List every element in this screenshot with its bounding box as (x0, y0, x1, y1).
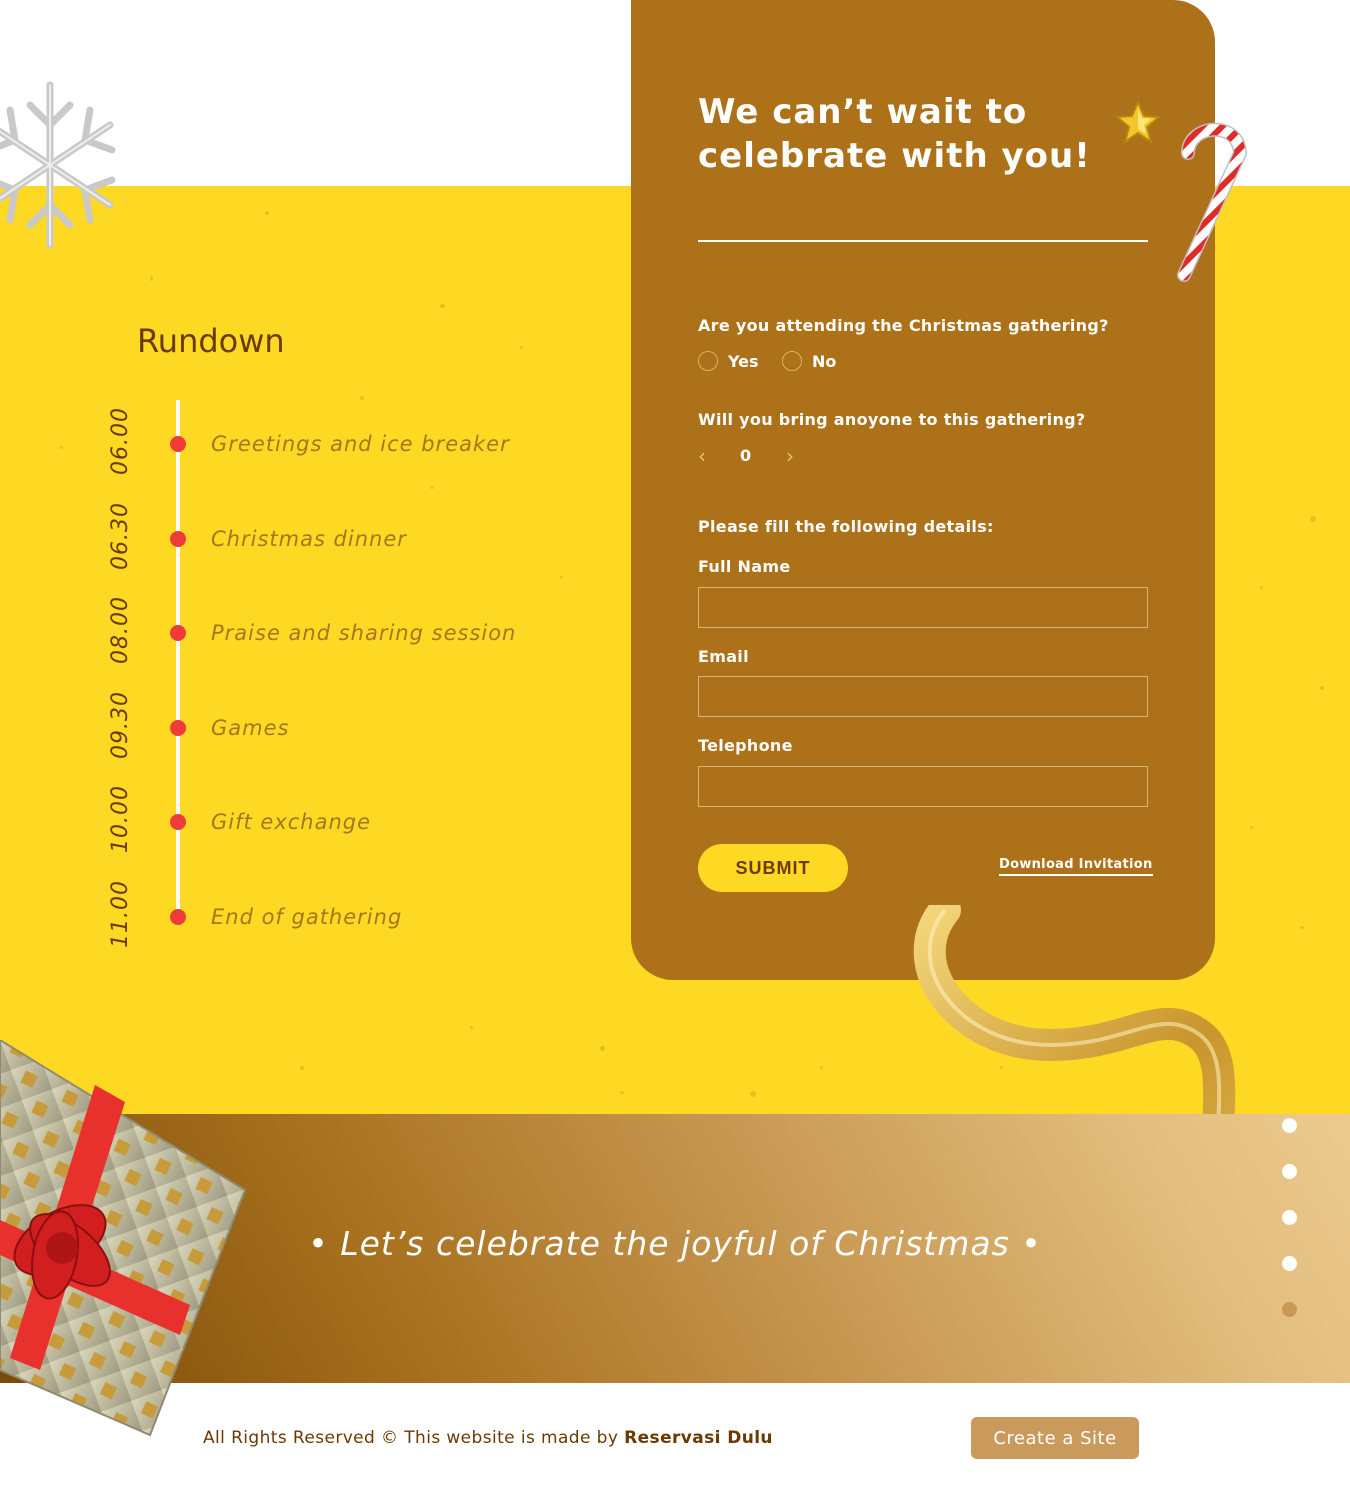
rundown-time: 08.00 (108, 596, 133, 664)
rundown-item: 06.00 Greetings and ice breaker (108, 407, 530, 475)
rundown-item: 06.30 Christmas dinner (108, 502, 530, 570)
radio-label: Yes (728, 351, 759, 371)
star-icon (1115, 100, 1161, 144)
slider-dot[interactable] (1282, 1210, 1297, 1225)
telephone-label: Telephone (698, 736, 793, 755)
rundown-title: Rundown (137, 322, 285, 360)
bring-question: Will you bring anoyone to this gathering… (698, 410, 1086, 429)
email-input[interactable] (698, 676, 1148, 717)
candy-cane-icon (1177, 122, 1248, 282)
telephone-input[interactable] (698, 766, 1148, 807)
rundown-time: 09.30 (108, 691, 133, 759)
submit-button[interactable]: SUBMIT (698, 844, 848, 892)
create-site-button[interactable]: Create a Site (971, 1417, 1139, 1459)
attend-question: Are you attending the Christmas gatherin… (698, 316, 1109, 335)
footer-copyright: All Rights Reserved © This website is ma… (203, 1428, 773, 1448)
radio-circle-icon (698, 351, 718, 371)
timeline-dot (170, 625, 186, 641)
slider-dot-active[interactable] (1282, 1256, 1297, 1271)
full-name-label: Full Name (698, 557, 791, 576)
rundown-item: 09.30 Games (108, 691, 530, 759)
guest-count-value[interactable]: 0 (740, 444, 751, 468)
download-invitation-link[interactable]: Download Invitation (999, 857, 1153, 876)
rundown-label: Praise and sharing session (211, 621, 517, 645)
guest-count-stepper: ‹ 0 › (698, 444, 808, 468)
rundown-label: Christmas dinner (211, 527, 407, 551)
radio-circle-icon (782, 351, 802, 371)
rundown-item: 08.00 Praise and sharing session (108, 596, 530, 664)
gift-box-icon (0, 1040, 247, 1437)
rundown-label: Games (211, 716, 290, 740)
footer-text: All Rights Reserved © This website is ma… (203, 1428, 619, 1448)
rundown-label: Greetings and ice breaker (211, 432, 510, 456)
timeline-dot (170, 436, 186, 452)
attend-no-radio[interactable]: No (782, 351, 836, 371)
slider-dot[interactable] (1282, 1118, 1297, 1133)
full-name-input[interactable] (698, 587, 1148, 628)
slider-dots (1282, 1118, 1298, 1348)
rundown-time: 06.30 (108, 502, 133, 570)
timeline-dot (170, 531, 186, 547)
email-label: Email (698, 647, 749, 666)
title-divider (698, 240, 1148, 242)
details-heading: Please fill the following details: (698, 517, 994, 536)
increment-chevron-icon[interactable]: › (786, 444, 794, 468)
timeline-dot (170, 814, 186, 830)
rundown-time: 10.00 (108, 785, 133, 853)
slider-dot[interactable] (1282, 1302, 1297, 1317)
rsvp-title: We can’t wait to celebrate with you! (698, 92, 1091, 176)
timeline-dot (170, 909, 186, 925)
rundown-label: End of gathering (211, 905, 403, 929)
rundown-time: 06.00 (108, 407, 133, 475)
slider-dot[interactable] (1282, 1164, 1297, 1179)
timeline-dot (170, 720, 186, 736)
rundown-time: 11.00 (108, 880, 133, 948)
rundown-item: 11.00 End of gathering (108, 880, 530, 948)
attend-yes-radio[interactable]: Yes (698, 351, 759, 371)
rsvp-card: We can’t wait to celebrate with you! Are… (631, 0, 1215, 980)
rundown-label: Gift exchange (211, 810, 372, 834)
footer-brand-link[interactable]: Reservasi Dulu (624, 1428, 773, 1448)
rundown-item: 10.00 Gift exchange (108, 785, 530, 853)
radio-label: No (812, 351, 837, 371)
snowflake-icon (0, 81, 116, 249)
decrement-chevron-icon[interactable]: ‹ (698, 444, 706, 468)
